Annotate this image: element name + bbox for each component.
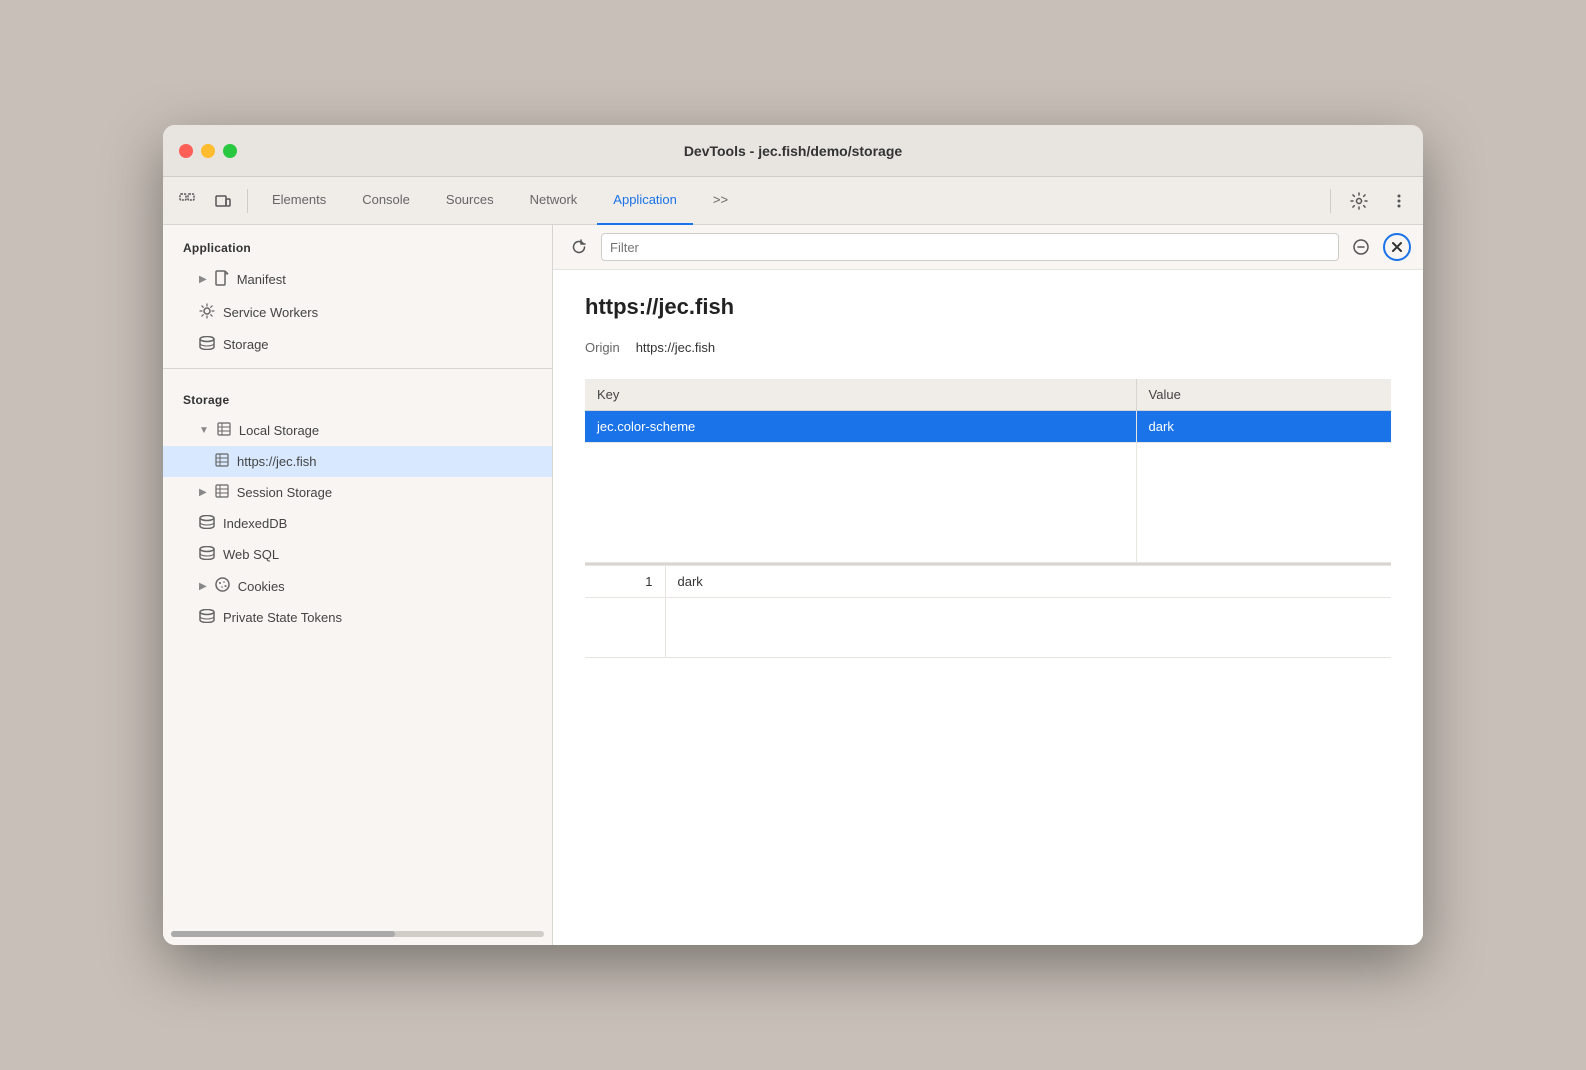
close-button[interactable]: [179, 144, 193, 158]
origin-row: Origin https://jec.fish: [585, 340, 1391, 355]
indexed-db-label: IndexedDB: [223, 516, 287, 531]
table-cell-empty-key: [585, 443, 1136, 563]
bottom-row-value: dark: [665, 566, 1391, 598]
session-storage-label: Session Storage: [237, 485, 332, 500]
bottom-table: 1 dark: [585, 565, 1391, 658]
origin-label: Origin: [585, 340, 620, 355]
sidebar-scrollbar-thumb[interactable]: [171, 931, 395, 937]
traffic-lights: [179, 144, 237, 158]
tab-console[interactable]: Console: [346, 177, 426, 225]
data-table: Key Value jec.color-scheme dark: [585, 379, 1391, 563]
local-storage-jec-icon: [215, 453, 229, 470]
titlebar: DevTools - jec.fish/demo/storage: [163, 125, 1423, 177]
main-content: Application ▶ Manifest: [163, 225, 1423, 945]
delete-button[interactable]: [1383, 233, 1411, 261]
storage-app-icon: [199, 336, 215, 353]
storage-app-label: Storage: [223, 337, 269, 352]
tab-elements[interactable]: Elements: [256, 177, 342, 225]
local-storage-jec-label: https://jec.fish: [237, 454, 316, 469]
filter-input[interactable]: [601, 233, 1339, 261]
bottom-table-row[interactable]: 1 dark: [585, 566, 1391, 598]
sidebar-item-storage-app[interactable]: Storage: [163, 329, 552, 360]
sidebar-item-local-storage[interactable]: ▼ Local Storage: [163, 415, 552, 446]
toolbar-right: [1326, 185, 1415, 217]
sidebar-item-service-workers[interactable]: Service Workers: [163, 296, 552, 329]
table-row-empty-1: [585, 443, 1391, 563]
col-header-value: Value: [1136, 379, 1391, 411]
refresh-button[interactable]: [565, 233, 593, 261]
maximize-button[interactable]: [223, 144, 237, 158]
tab-network[interactable]: Network: [514, 177, 594, 225]
sidebar-scrollbar[interactable]: [171, 931, 544, 937]
local-storage-icon: [217, 422, 231, 439]
origin-value: https://jec.fish: [636, 340, 715, 355]
private-state-tokens-icon: [199, 609, 215, 626]
cookies-arrow: ▶: [199, 581, 207, 592]
tab-more[interactable]: >>: [697, 177, 744, 225]
manifest-icon: [215, 270, 229, 289]
table-row[interactable]: jec.color-scheme dark: [585, 411, 1391, 443]
table-header-row: Key Value: [585, 379, 1391, 411]
local-storage-arrow: ▼: [199, 425, 209, 436]
panel-content: https://jec.fish Origin https://jec.fish…: [553, 270, 1423, 945]
manifest-arrow: ▶: [199, 274, 207, 285]
panel-toolbar: [553, 225, 1423, 270]
web-sql-icon: [199, 546, 215, 563]
private-state-tokens-label: Private State Tokens: [223, 610, 342, 625]
cookies-icon: [215, 577, 230, 595]
sidebar-item-session-storage[interactable]: ▶ Session Storage: [163, 477, 552, 508]
bottom-cell-empty-1: [585, 598, 665, 658]
tab-sources[interactable]: Sources: [430, 177, 510, 225]
bottom-section: 1 dark: [585, 563, 1391, 658]
settings-icon[interactable]: [1343, 185, 1375, 217]
bottom-row-num: 1: [585, 566, 665, 598]
sidebar-item-local-storage-jec[interactable]: https://jec.fish: [163, 446, 552, 477]
sidebar: Application ▶ Manifest: [163, 225, 553, 945]
application-section-title: Application: [163, 225, 552, 263]
web-sql-label: Web SQL: [223, 547, 279, 562]
sidebar-item-private-state-tokens[interactable]: Private State Tokens: [163, 602, 552, 633]
service-workers-label: Service Workers: [223, 305, 318, 320]
cookies-label: Cookies: [238, 579, 285, 594]
table-cell-empty-value: [1136, 443, 1391, 563]
table-cell-key: jec.color-scheme: [585, 411, 1136, 443]
more-icon[interactable]: [1383, 185, 1415, 217]
session-storage-arrow: ▶: [199, 487, 207, 498]
main-panel: https://jec.fish Origin https://jec.fish…: [553, 225, 1423, 945]
sidebar-item-web-sql[interactable]: Web SQL: [163, 539, 552, 570]
responsive-icon[interactable]: [207, 185, 239, 217]
sidebar-item-cookies[interactable]: ▶ Cookies: [163, 570, 552, 602]
titlebar-title: DevTools - jec.fish/demo/storage: [684, 143, 902, 159]
origin-title: https://jec.fish: [585, 294, 1391, 320]
sidebar-item-manifest[interactable]: ▶ Manifest: [163, 263, 552, 296]
minimize-button[interactable]: [201, 144, 215, 158]
table-cell-value: dark: [1136, 411, 1391, 443]
local-storage-label: Local Storage: [239, 423, 319, 438]
manifest-label: Manifest: [237, 272, 286, 287]
service-workers-icon: [199, 303, 215, 322]
sidebar-divider-1: [163, 368, 552, 369]
storage-section-title: Storage: [163, 377, 552, 415]
tab-bar: Elements Console Sources Network Applica…: [163, 177, 1423, 225]
devtools-window: DevTools - jec.fish/demo/storage Element…: [163, 125, 1423, 945]
toolbar-separator: [247, 189, 248, 213]
tab-application[interactable]: Application: [597, 177, 693, 225]
clear-filter-button[interactable]: [1347, 233, 1375, 261]
session-storage-icon: [215, 484, 229, 501]
toolbar-separator-2: [1330, 189, 1331, 213]
cursor-icon[interactable]: [171, 185, 203, 217]
col-header-key: Key: [585, 379, 1136, 411]
bottom-cell-empty-2: [665, 598, 1391, 658]
indexed-db-icon: [199, 515, 215, 532]
bottom-table-empty: [585, 598, 1391, 658]
sidebar-item-indexed-db[interactable]: IndexedDB: [163, 508, 552, 539]
